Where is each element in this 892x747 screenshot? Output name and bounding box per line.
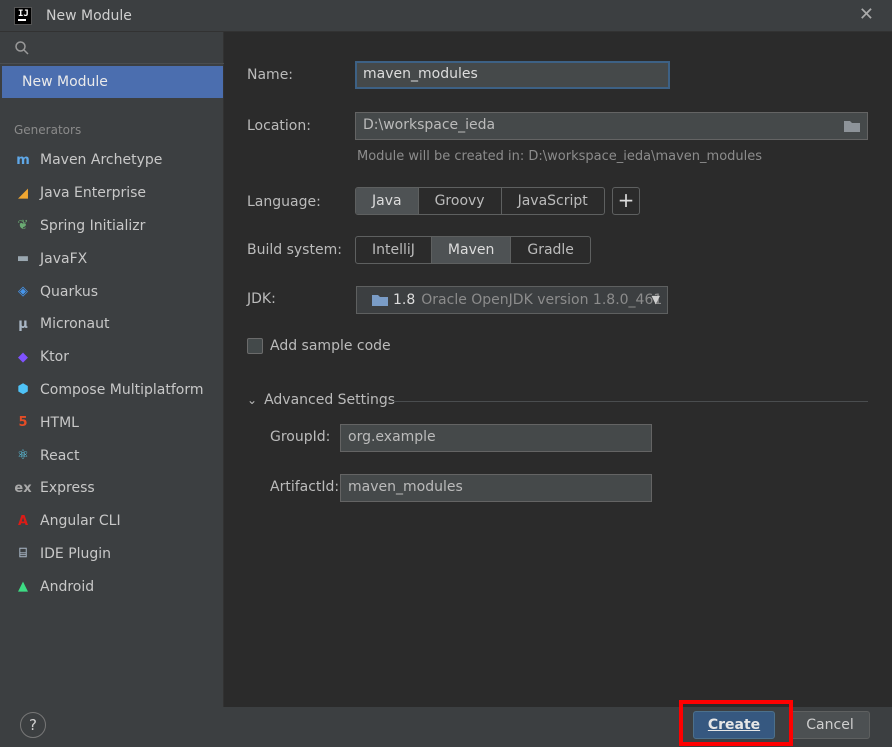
generators-list: m Maven Archetype ◢ Java Enterprise ❦ Spring … [0,144,224,603]
window-title: New Module [46,8,132,24]
sidebar-item-label: Express [40,480,95,497]
sidebar-item-compose-multiplatform[interactable]: ⬢ Compose Multiplatform [0,374,224,407]
sidebar-item-micronaut[interactable]: μ Micronaut [0,308,224,341]
sidebar-item-label: Android [40,578,95,595]
sidebar-item-label: JavaFX [40,250,88,267]
sidebar-item-ide-plugin[interactable]: ⌸ IDE Plugin [0,538,224,571]
sidebar-item-java-enterprise[interactable]: ◢ Java Enterprise [0,177,224,210]
sidebar-item-label: Spring Initializr [40,217,146,234]
language-label: Language: [247,194,321,210]
groupid-label: GroupId: [270,429,331,445]
module-form: Name: maven_modules Location: D:\workspa… [225,32,892,707]
generators-heading: Generators [14,123,82,137]
groupid-field[interactable]: org.example [340,424,652,452]
sidebar-item-label: Angular CLI [40,513,121,530]
cancel-button[interactable]: Cancel [790,711,870,739]
jdk-dropdown[interactable]: 1.8 Oracle OpenJDK version 1.8.0_461 ▼ [356,286,668,314]
angular-icon: A [17,513,29,529]
advanced-settings-toggle[interactable]: ⌄ Advanced Settings [247,392,395,408]
sidebar-item-html[interactable]: 5 HTML [0,406,224,439]
jdk-description: Oracle OpenJDK version 1.8.0_461 [421,292,663,308]
sidebar-item-label: IDE Plugin [40,545,112,562]
jdk-label: JDK: [247,291,276,307]
jdk-folder-icon [372,295,388,306]
location-label: Location: [247,118,311,134]
sidebar-item-new-module[interactable]: New Module [2,66,223,98]
sidebar-item-android[interactable]: ▲ Android [0,570,224,603]
build-option-maven[interactable]: Maven [431,237,512,263]
sample-code-label: Add sample code [270,338,391,354]
advanced-settings-label: Advanced Settings [264,392,396,408]
react-icon: ⚛ [17,448,29,464]
sidebar-item-label: HTML [40,414,79,431]
compose-icon: ⬢ [17,382,29,398]
jdk-version: 1.8 [393,292,416,308]
sidebar-item-ktor[interactable]: ◆ Ktor [0,341,224,374]
sample-code-checkbox[interactable] [247,338,263,354]
browse-folder-icon[interactable] [843,119,861,133]
build-system-selector: IntelliJ Maven Gradle [355,236,591,264]
java-enterprise-icon: ◢ [18,185,28,201]
language-option-groovy[interactable]: Groovy [419,188,502,214]
maven-icon: m [16,152,30,168]
sidebar-item-label: Ktor [40,349,69,366]
sidebar-item-react[interactable]: ⚛ React [0,439,224,472]
micronaut-icon: μ [18,316,28,332]
sidebar-item-label: Maven Archetype [40,152,163,169]
location-value: D:\workspace_ieda [363,117,496,133]
sidebar-item-angular-cli[interactable]: A Angular CLI [0,505,224,538]
advanced-divider [393,401,868,402]
location-field[interactable]: D:\workspace_ieda [355,112,868,140]
artifactid-field[interactable]: maven_modules [340,474,652,502]
sidebar-item-quarkus[interactable]: ◈ Quarkus [0,275,224,308]
sidebar-item-label: Quarkus [40,283,99,300]
language-selector: Java Groovy JavaScript [355,187,605,215]
folder-icon: ▬ [16,251,30,267]
chevron-down-icon: ⌄ [247,393,258,407]
intellij-app-icon: IJ [14,7,32,25]
build-system-label: Build system: [247,242,342,258]
html5-icon: 5 [18,415,28,431]
sidebar: New Module Generators m Maven Archetype ◢ J… [0,32,224,707]
sidebar-item-label: Compose Multiplatform [40,381,204,398]
sidebar-search[interactable] [0,32,224,64]
sidebar-item-label: React [40,447,80,464]
highlight-box [679,700,793,746]
spring-icon: ❦ [17,218,29,234]
close-icon[interactable]: ✕ [859,6,874,24]
plugin-icon: ⌸ [19,546,27,562]
artifactid-label: ArtifactId: [270,479,340,495]
build-option-gradle[interactable]: Gradle [511,237,590,263]
language-option-javascript[interactable]: JavaScript [502,188,604,214]
location-hint: Module will be created in: D:\workspace_… [357,149,763,164]
android-icon: ▲ [18,579,28,595]
sidebar-item-express[interactable]: ex Express [0,472,224,505]
language-option-java[interactable]: Java [356,188,419,214]
search-icon [15,41,29,55]
sidebar-item-spring-initializr[interactable]: ❦ Spring Initializr [0,210,224,243]
express-icon: ex [14,480,32,496]
name-field[interactable]: maven_modules [355,61,670,89]
sidebar-item-label: Java Enterprise [40,185,147,202]
name-label: Name: [247,67,294,83]
sidebar-item-javafx[interactable]: ▬ JavaFX [0,242,224,275]
sidebar-item-maven-archetype[interactable]: m Maven Archetype [0,144,224,177]
help-button[interactable]: ? [20,712,46,738]
title-bar: IJ New Module ✕ [0,0,892,32]
sidebar-item-label: Micronaut [40,316,110,333]
add-language-button[interactable]: + [612,187,640,215]
build-option-intellij[interactable]: IntelliJ [356,237,432,263]
chevron-down-icon: ▼ [651,293,660,306]
quarkus-icon: ◈ [18,284,28,300]
ktor-icon: ◆ [18,349,28,365]
